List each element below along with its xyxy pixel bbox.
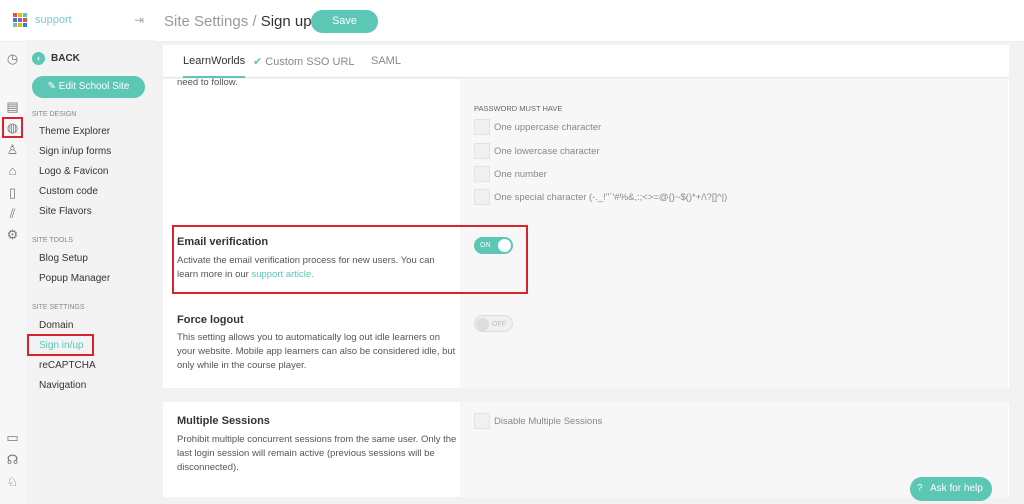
tab-custom-sso-url[interactable]: ✔ Custom SSO URL [253,55,355,68]
toggle-label: OFF [492,321,506,328]
sidebar-item-site-flavors[interactable]: Site Flavors [39,206,92,217]
logo-icon [13,13,27,27]
section-site-settings: SITE SETTINGS [32,304,85,311]
sidebar-item-recaptcha[interactable]: reCAPTCHA [39,360,96,371]
ask-for-help-button[interactable]: ? Ask for help [910,477,992,501]
help-icon: ? [917,483,923,494]
tag-icon[interactable]: ⌂ [5,163,20,178]
chevron-left-icon: ‹ [32,52,45,65]
force-logout-toggle[interactable]: OFF [474,315,513,332]
user-star-icon[interactable]: ♘ [5,474,20,489]
option-label: One special character (-._!"`'#%&,:;<>=@… [494,191,728,203]
toggle-knob [476,318,489,331]
edit-label: Edit School Site [58,81,130,92]
force-logout-title: Force logout [177,314,244,326]
back-button[interactable]: ‹ BACK [32,52,80,65]
logout-icon[interactable]: ⇥ [134,13,144,27]
tab-bar: LearnWorlds ✔ Custom SSO URL SAML [163,45,1009,78]
multiple-sessions-title: Multiple Sessions [177,415,270,427]
section-site-tools: SITE TOOLS [32,237,73,244]
highlight-box [2,117,23,138]
option-label: One number [494,168,547,180]
dashboard-icon[interactable]: ◷ [5,51,20,66]
section-site-design: SITE DESIGN [32,111,77,118]
sidebar-item-custom-code[interactable]: Custom code [39,186,98,197]
check-icon: ✔ [253,56,263,68]
headset-icon[interactable]: ☊ [5,452,20,467]
checkbox-number[interactable]: One number [474,166,547,182]
option-label: Disable Multiple Sessions [494,415,603,427]
brand-name[interactable]: support [35,14,72,26]
highlight-box [172,225,528,294]
sidebar-item-sign-forms[interactable]: Sign in/up forms [39,146,111,157]
checkbox-uppercase[interactable]: One uppercase character [474,119,601,135]
sidebar-item-theme-explorer[interactable]: Theme Explorer [39,126,110,137]
option-label: One lowercase character [494,145,600,157]
help-label: Ask for help [930,483,983,494]
tab-label: Custom SSO URL [265,56,355,68]
sidebar-item-navigation[interactable]: Navigation [39,380,86,391]
settings-icon[interactable]: ⚙ [5,227,20,242]
checkbox-special-character[interactable]: One special character (-._!"`'#%&,:;<>=@… [474,189,727,205]
multiple-sessions-description: Prohibit multiple concurrent sessions fr… [177,434,457,473]
sidebar-item-logo-favicon[interactable]: Logo & Favicon [39,166,109,177]
highlight-box [27,334,94,356]
force-logout-description: This setting allows you to automatically… [177,332,456,371]
analytics-icon[interactable]: ⫽ [5,206,20,221]
password-intro-text: need to follow. [177,77,238,88]
breadcrumb-current: Sign up [260,13,312,30]
breadcrumb-parent[interactable]: Site Settings / [164,13,261,30]
sidebar [25,40,155,504]
option-label: One uppercase character [494,121,602,133]
page-title: Site Settings / Sign up [164,13,312,30]
checkbox-lowercase[interactable]: One lowercase character [474,143,600,159]
sidebar-item-blog-setup[interactable]: Blog Setup [39,253,88,264]
users-icon[interactable]: ♙ [5,142,20,157]
checkbox-disable-multiple-sessions[interactable]: Disable Multiple Sessions [474,413,602,429]
top-bar: support ⇥ Site Settings / Sign up Save [0,0,1024,42]
edit-school-site-button[interactable]: ✎ Edit School Site [32,76,145,98]
tab-saml[interactable]: SAML [371,55,401,67]
save-button[interactable]: Save [311,10,378,33]
back-label: BACK [51,53,80,64]
tab-learnworlds[interactable]: LearnWorlds [183,55,246,78]
sidebar-item-domain[interactable]: Domain [39,320,73,331]
sidebar-item-popup-manager[interactable]: Popup Manager [39,273,110,284]
clipboard-icon[interactable]: ▭ [5,430,20,445]
pages-icon[interactable]: ▤ [5,99,20,114]
mobile-icon[interactable]: ▯ [5,185,20,200]
password-heading: PASSWORD MUST HAVE [474,104,563,113]
